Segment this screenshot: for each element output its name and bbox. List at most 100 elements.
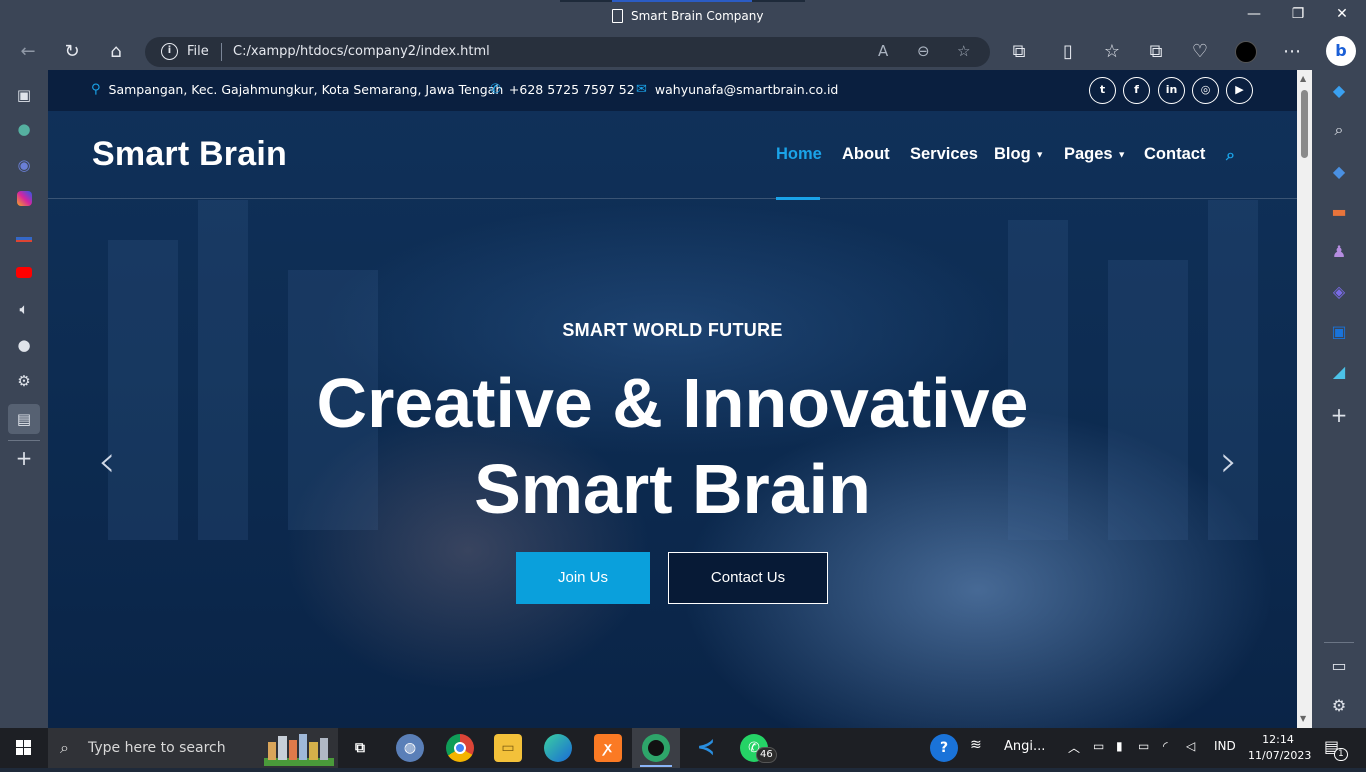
extensions-icon[interactable]: ⧉ [1005,40,1033,64]
taskbar-search-box[interactable]: ⌕ Type here to search [48,728,338,768]
favorites-icon[interactable]: ☆ [1098,40,1126,64]
nav-services[interactable]: Services [910,145,978,164]
tab-favicon-globe-icon[interactable]: ● [12,117,36,141]
instagram-icon[interactable]: ◎ [1192,77,1219,104]
more-menu-icon[interactable]: ⋯ [1278,40,1306,64]
caret-down-icon: ▼ [1117,149,1127,160]
notification-bell-icon[interactable]: ◆ [1327,79,1351,103]
notification-badge: 1 [1334,748,1348,761]
system-clock[interactable]: 12:14 11/07/2023 [1248,732,1311,764]
page-scrollbar[interactable]: ▲ ▼ [1297,70,1312,728]
hero-tagline: SMART WORLD FUTURE [562,320,783,340]
nav-about[interactable]: About [842,145,890,164]
tab-favicon-current-page-icon[interactable]: ▤ [8,404,40,434]
chrome-icon[interactable] [446,734,474,762]
youtube-icon[interactable]: ▶ [1226,77,1253,104]
show-hidden-icons-chevron-icon[interactable]: ︿ [1068,739,1080,756]
split-screen-icon[interactable]: ▯ [1054,40,1082,64]
battery-icon[interactable]: ▭ [1138,739,1149,753]
tab-favicon-youtube-icon[interactable] [12,261,36,285]
search-sidebar-icon[interactable]: ⌕ [1327,118,1351,142]
restore-button[interactable]: ❐ [1284,6,1312,26]
windows-start-icon[interactable] [0,728,48,768]
zoom-icon[interactable]: ⊖ [917,42,930,60]
contact-us-button[interactable]: Contact Us [668,552,828,604]
file-explorer-icon[interactable]: ▭ [494,734,522,762]
brand-logo[interactable]: Smart Brain [92,135,287,174]
refresh-button[interactable]: ↻ [58,40,86,64]
favorite-star-icon[interactable]: ☆ [957,42,970,60]
nav-home[interactable]: Home [776,145,822,164]
read-aloud-icon[interactable]: A [878,42,888,60]
volume-icon[interactable]: ◁ [1186,739,1195,753]
weather-wind-icon: ≋ [970,737,982,753]
active-nav-underline [776,197,820,200]
tab-favicon-app-icon[interactable]: ◉ [12,153,36,177]
microsoft365-icon[interactable]: ◈ [1327,280,1351,304]
windows-taskbar: ⌕ Type here to search ⧉ ◍ ▭ ꭗ ≺ ✆ 46 ? ≋… [0,728,1366,768]
drop-send-icon[interactable]: ◢ [1327,360,1351,384]
vscode-icon[interactable]: ≺ [692,734,720,762]
window-title: Smart Brain Company [612,9,763,23]
hide-sidebar-icon[interactable]: ▭ [1327,654,1351,678]
weather-text[interactable]: Angi... [1004,739,1045,754]
phone-icon: ✆ [490,82,501,97]
back-button[interactable]: ← [14,40,42,64]
contact-info-bar: ⚲ Sampangan, Kec. Gajahmungkur, Kota Sem… [48,70,1297,111]
address-bar[interactable]: i File C:/xampp/htdocs/company2/index.ht… [145,37,990,67]
home-button[interactable]: ⌂ [102,40,130,64]
sidebar-settings-icon[interactable]: ⚙ [1327,694,1351,718]
add-sidebar-app-icon[interactable]: + [1327,403,1351,427]
join-us-button[interactable]: Join Us [516,552,650,604]
search-icon[interactable]: ⌕ [1226,145,1235,165]
nav-blog[interactable]: Blog ▼ [994,145,1044,164]
browser-toolbar: ← ↻ ⌂ i File C:/xampp/htdocs/company2/in… [0,34,1366,70]
search-icon: ⌕ [60,738,69,757]
taskbar-app-icon[interactable]: ◍ [396,734,424,762]
collections-icon[interactable]: ⧉ [1142,40,1170,64]
facebook-icon[interactable]: f [1123,77,1150,104]
email-info: ✉ wahyunafa@smartbrain.co.id [636,82,839,97]
tab-favicon-instagram-icon[interactable] [12,189,36,213]
profile-avatar[interactable] [1232,40,1260,64]
edge-dev-active-icon[interactable] [642,734,670,762]
window-titlebar: Smart Brain Company — ❐ ✕ [0,0,1366,34]
language-indicator[interactable]: IND [1214,739,1236,753]
search-highlight-city-icon [264,734,334,766]
new-tab-button[interactable]: + [12,446,36,470]
twitter-icon[interactable]: t [1089,77,1116,104]
microphone-icon[interactable]: ▮ [1116,739,1123,753]
tab-actions-icon[interactable]: ▣ [12,83,36,107]
close-window-button[interactable]: ✕ [1328,6,1356,26]
nav-pages[interactable]: Pages ▼ [1064,145,1126,164]
minimize-button[interactable]: — [1240,6,1268,26]
scrollbar-thumb[interactable] [1301,90,1308,158]
page-file-icon [612,9,623,23]
xampp-icon[interactable]: ꭗ [594,734,622,762]
tab-favicon-audio-icon[interactable]: 🔈︎ [12,297,36,321]
tab-favicon-flag-icon[interactable] [12,225,36,249]
task-view-icon[interactable]: ⧉ [346,734,374,762]
meet-now-icon[interactable]: ▭ [1093,739,1104,753]
outlook-icon[interactable]: ▣ [1327,320,1351,344]
site-info-icon[interactable]: i [161,43,178,60]
url-text[interactable]: C:/xampp/htdocs/company2/index.html [233,44,490,59]
address-info: ⚲ Sampangan, Kec. Gajahmungkur, Kota Sem… [91,82,504,97]
bing-copilot-icon[interactable]: b [1324,36,1358,68]
linkedin-icon[interactable]: in [1158,77,1185,104]
tools-briefcase-icon[interactable]: ▬ [1327,200,1351,224]
nav-contact[interactable]: Contact [1144,145,1205,164]
games-icon[interactable]: ♟ [1327,240,1351,264]
tab-favicon-settings-icon[interactable]: ⚙ [12,369,36,393]
envelope-icon: ✉ [636,82,647,97]
help-icon[interactable]: ? [930,734,958,762]
performance-icon[interactable]: ♡ [1186,40,1214,64]
tab-favicon-github-icon[interactable]: ● [12,333,36,357]
wifi-icon[interactable]: ◜ [1163,739,1168,753]
hero-headline: Creative & Innovative Smart Brain [316,364,1029,528]
shopping-tag-icon[interactable]: ◆ [1327,160,1351,184]
vertical-tabs-sidebar: ▣ ● ◉ 🔈︎ ● ⚙ ▤ + [0,70,48,728]
edge-icon[interactable] [544,734,572,762]
phone-info: ✆ +628 5725 7597 52 [490,82,635,97]
caret-down-icon: ▼ [1035,149,1045,160]
